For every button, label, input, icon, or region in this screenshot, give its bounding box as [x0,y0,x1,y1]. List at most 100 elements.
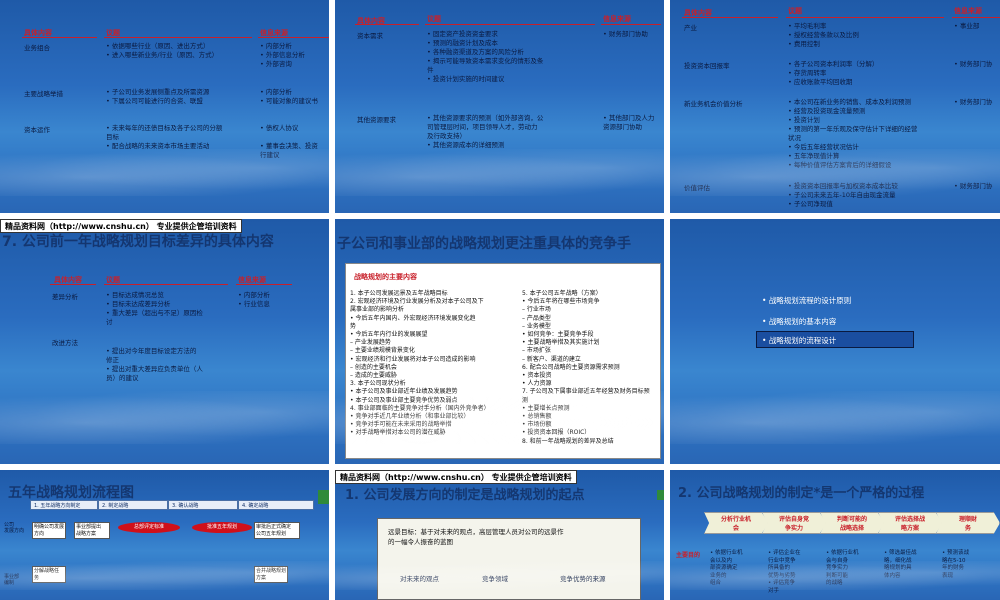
row-topics: • 平均毛利率 • 授权经营条款以及比例 • 费用控制 [788,22,859,48]
header-rule [50,284,96,285]
header-source: 信息来源 [954,7,982,15]
slide-8[interactable]: 精品资料网（http://www.cnshu.cn） 专业提供企管培训资料 1.… [335,470,664,600]
menu-item-label: 战略规划流程的设计原则 [768,296,852,305]
slide-9[interactable]: 2. 公司战略规划的制定*是一个严格的过程 分析行业机 会 评估自身竞 争实力 … [670,470,1000,600]
header-rule [236,284,292,285]
row-label: 新业务机会价值分析 [684,100,743,108]
header-rule [952,17,1000,18]
purpose-column: • 依据行业机 会与自身 竞争实力 判断可能 的战略 [826,550,859,586]
menu-item-basic-content[interactable]: • 战略规划的基本内容 [762,316,836,327]
header-rule [682,17,778,18]
step-bar: 1. 五年战略方向制定 [30,500,98,510]
process-chevron: 理顺财 务 [936,512,1000,534]
slide-1[interactable]: 具体内容 议题 信息来源 业务组合 • 依据哪些行业（原因、进出方式） • 进入… [0,0,329,213]
content-panel: 战略规划的主要内容 1. 本子公司发展远景及五年战略目标 2. 宏观经济环境及行… [345,263,661,459]
row-sources: • 内部分析 • 行业信息 [238,291,270,308]
menu-item-design-principles[interactable]: • 战略规划流程的设计原则 [762,295,851,306]
process-box: 分解战略任 务 [32,566,66,583]
slide-title: 2. 公司战略规划的制定*是一个严格的过程 [678,486,925,501]
row-sources: • 财务部门协 [954,98,993,106]
row-label: 主要战略举措 [24,90,63,98]
process-box: 明确公司发展 方向 [32,522,66,539]
process-box: 事业部提出 战略方案 [74,522,110,539]
header-topic: 议题 [788,7,802,15]
purpose-column: • 预测该战 略在5-10 年的财务 表现 [942,550,969,579]
row-sources: • 内部分析 • 外部信息分析 • 外部咨询 [260,42,305,68]
source-banner[interactable]: 精品资料网（http://www.cnshu.cn） 专业提供企管培训资料 [0,219,242,233]
row-sources: • 财务部门协 [954,182,993,190]
slide-title: 子公司和事业部的战略规划更注重具体的竞争手 [337,236,631,252]
step-bar: 4. 确定战略 [238,500,314,510]
panel-title: 战略规划的主要内容 [354,273,417,281]
row-topics: • 投资资本回报率与加权资本成本比较 • 子公司未来五年-10年自由现金流量 •… [788,182,898,208]
slide-2[interactable]: 具体内容 议题 信息来源 资本需求 • 固定资产投资资金要求 • 预测的融资计划… [335,0,664,213]
column-header: 竞争优势的来源 [560,575,606,583]
vision-statement: 远景目标：基于对未来的观点，高层管理人员对公司的远景作 的一幅令人振奋的蓝图 [388,528,564,546]
red-oval-milestone: 总部评定标准 [118,522,180,533]
step-bar: 2. 制定战略 [98,500,168,510]
header-topic: 议题 [427,15,441,23]
slide-7[interactable]: 五年战略规划流程图 1. 五年战略方向制定 2. 制定战略 3. 确认战略 4.… [0,470,329,600]
row-topics: • 本公司在新业务的销售、成本及利润预测 • 经营及投资现金流量预测 • 投资计… [788,98,918,169]
process-chevron: 分析行业机 会 [704,512,768,534]
process-chevron: 评估选择战 略方案 [878,512,942,534]
row-label: 改进方法 [52,339,78,347]
slide-3[interactable]: 具体内容 议题 信息来源 产业 • 平均毛利率 • 授权经营条款以及比例 • 费… [670,0,1000,213]
row-label: 资本运作 [24,126,50,134]
process-box: 合并战略规划 方案 [254,566,288,583]
row-label: 业务组合 [24,44,50,52]
header-rule [601,24,661,25]
process-chevron: 评估自身竞 争实力 [762,512,826,534]
row-sources: • 内部分析 • 可能对象的建议书 [260,88,318,105]
slide-6[interactable]: • 战略规划流程的设计原则 • 战略规划的基本内容 • 战略规划的流程设计 [670,219,1000,464]
row-topics: • 各子公司资本利润率（分解） • 存货周转率 • 应收账款平均回收期 [788,60,879,86]
header-rule [22,37,97,38]
row-topics: • 未来每年的还债目标及各子公司的分额 目标 • 配合战略的未来资本市场主要活动 [106,124,223,150]
purpose-column: • 评估企业在 行业中竞争 所具备的 优势与劣势 • 评估竞争 对手 [768,550,801,594]
row-label: 主要目的 [676,552,701,559]
column-header: 对未来的观点 [400,575,439,583]
header-rule [355,24,419,25]
red-oval-milestone: 批准五年规划 [192,522,252,533]
menu-item-label: 战略规划的流程设计 [768,336,837,345]
step-bar: 3. 确认战略 [168,500,238,510]
slide-title: 7. 公司前一年战略规划目标差异的具体内容 [2,234,274,250]
panel-left-column: 1. 本子公司发展远景及五年战略目标 2. 宏观经济环境及行业发展分析及对本子公… [350,290,490,437]
menu-item-process-design[interactable]: • 战略规划的流程设计 [762,335,836,346]
header-rule [258,37,329,38]
process-box: 审批后正式确定 公司五年规划 [254,522,300,539]
row-label: 其他资源要求 [357,116,396,124]
purpose-column: • 筛选最佳战 略，细化战 略规划的具 体内容 [884,550,917,579]
row-label: 产业 [684,24,697,32]
process-chevron: 判断可能的 战略选择 [820,512,884,534]
slide-5[interactable]: 子公司和事业部的战略规划更注重具体的竞争手 战略规划的主要内容 1. 本子公司发… [335,219,664,464]
row-label: 差异分析 [52,293,78,301]
menu-item-label: 战略规划的基本内容 [768,317,837,326]
column-header: 竞争领域 [482,575,508,583]
row-sources: • 其他部门及人力 资源部门协助 [603,114,655,131]
row-topics: • 子公司业务发展侧重点及所需资源 • 下属公司可能进行的合资、联盟 [106,88,210,105]
row-sources: • 财务部门协 [954,60,993,68]
row-topics: • 其他资源要求的预测（如外部咨询，公 司管理层时间，项目领导人才，劳动力 及行… [427,114,544,149]
accent-bar [657,490,664,500]
header-source: 信息来源 [603,15,631,23]
header-rule [104,284,228,285]
row-topics: • 固定资产投资资金要求 • 预测的融资计划及成本 • 各种融资渠道及方案的风险… [427,30,544,83]
slide-4[interactable]: 7. 公司前一年战略规划目标差异的具体内容 精品资料网（http://www.c… [0,219,329,464]
row-topics: • 目标达成情况总览 • 目标未达成差异分析 • 重大差异（超出与不足）原因检 … [106,291,203,326]
row-topics: • 提出对今年度目标设定方法的 修正 • 提出对重大差异应负责单位（人 员）的建… [106,347,203,382]
slide-title: 五年战略规划流程图 [8,485,134,501]
row-sources: • 事业部 [954,22,980,30]
source-banner[interactable]: 精品资料网（http://www.cnshu.cn） 专业提供企管培训资料 [335,470,577,484]
row-label: 价值评估 [684,184,710,192]
panel-right-column: 5. 本子公司五年战略（方案） • 今后五年将在哪些市场竞争 – 行业市场 – … [522,290,650,445]
purpose-column: • 依据行业机 会以及内 部资源确定 业务的 组合 [710,550,743,586]
header-rule [104,37,252,38]
row-label: 资本需求 [357,32,383,40]
slide-title: 1. 公司发展方向的制定是战略规划的起点 [345,488,585,503]
row-topics: • 依据哪些行业（原因、进出方式） • 进入哪些新业务/行业（原因、方式） [106,42,219,59]
header-rule [425,24,595,25]
row-label: 事业部 编制 [4,574,20,586]
row-sources: • 债权人协议 • 董事会决策、投资 行建议 [260,124,318,159]
header-rule [786,17,944,18]
